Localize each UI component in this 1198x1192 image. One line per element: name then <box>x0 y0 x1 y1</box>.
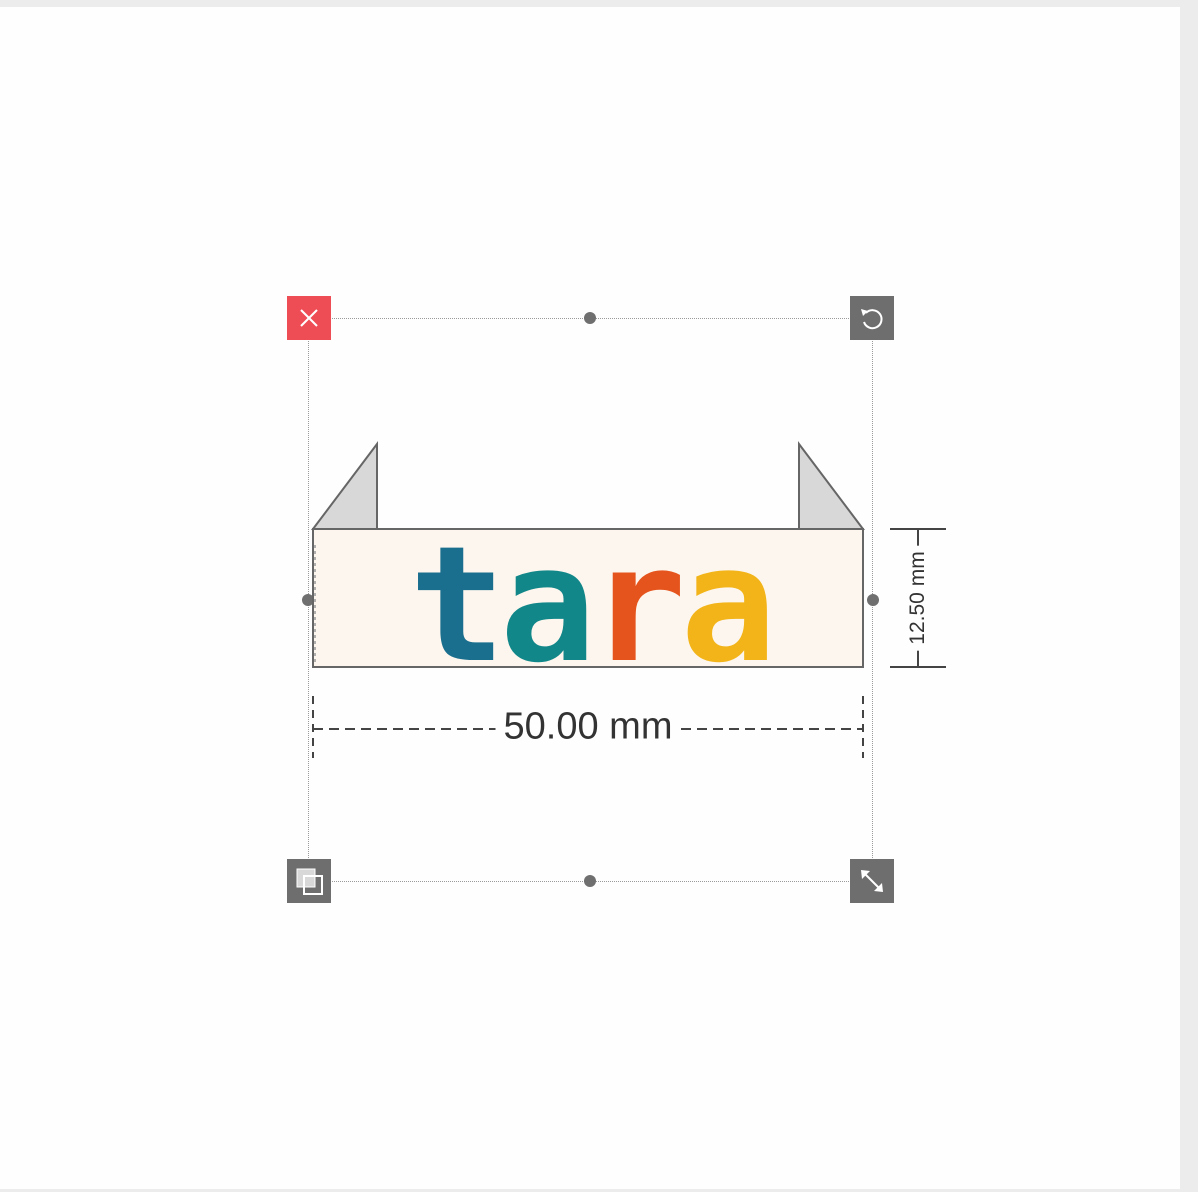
left-fold-tab <box>310 441 378 530</box>
resize-button[interactable] <box>850 859 894 903</box>
letter-t: t <box>409 511 499 680</box>
resize-icon <box>861 870 883 892</box>
letter-a1: a <box>500 511 590 680</box>
height-dimension: 12.50 mm <box>888 528 948 668</box>
layer-order-button[interactable] <box>287 859 331 903</box>
name-label-artwork[interactable]: tara <box>300 430 880 680</box>
close-icon <box>300 309 318 327</box>
bottom-resize-handle[interactable] <box>584 875 596 887</box>
delete-button[interactable] <box>287 296 331 340</box>
top-resize-handle[interactable] <box>584 312 596 324</box>
width-dimension-label: 50.00 mm <box>495 705 681 749</box>
rotate-button[interactable] <box>850 296 894 340</box>
label-text: tara <box>409 511 770 680</box>
letter-r: r <box>590 511 680 680</box>
height-dimension-label: 12.50 mm <box>906 545 930 651</box>
width-dimension: 50.00 mm <box>312 696 864 758</box>
right-fold-tab <box>798 441 866 530</box>
rotate-icon <box>861 309 883 330</box>
letter-a2: a <box>680 511 770 680</box>
layer-icon <box>296 868 323 895</box>
